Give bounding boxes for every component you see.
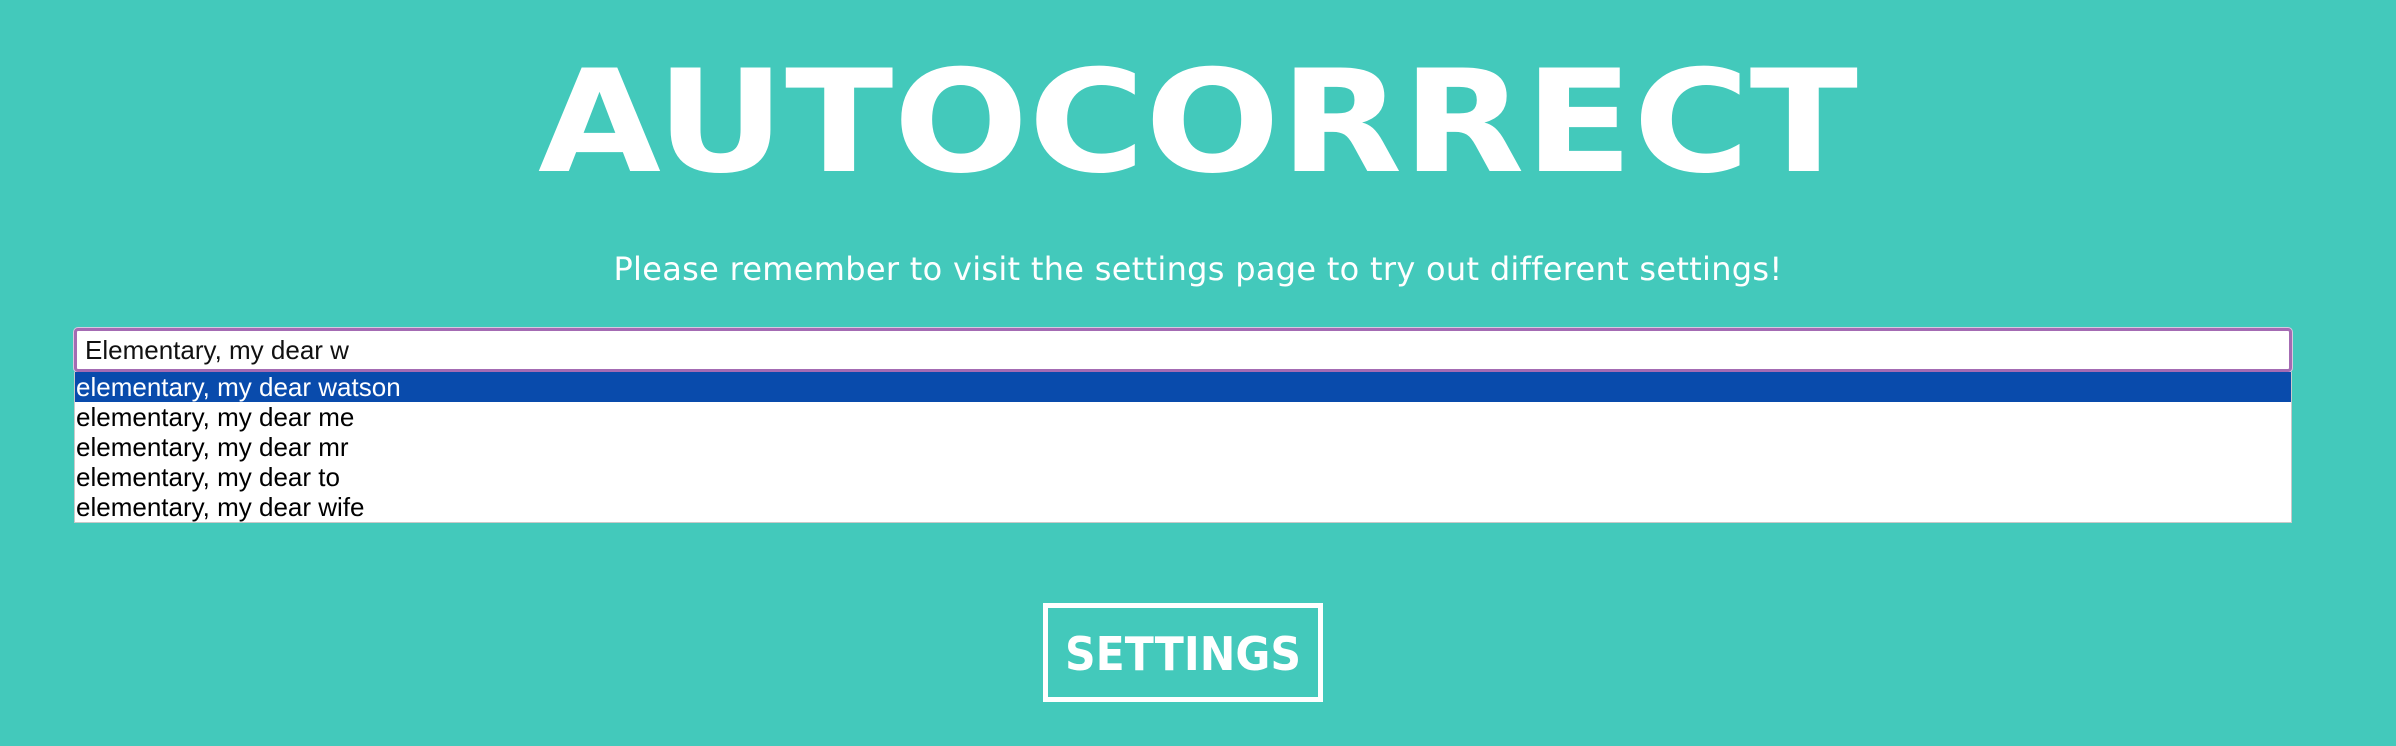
suggestion-item[interactable]: elementary, my dear to bbox=[75, 462, 2291, 492]
suggestion-item[interactable]: elementary, my dear mr bbox=[75, 432, 2291, 462]
suggestion-item[interactable]: elementary, my dear watson bbox=[75, 372, 2291, 402]
suggestion-item[interactable]: elementary, my dear wife bbox=[75, 492, 2291, 522]
subtitle: Please remember to visit the settings pa… bbox=[613, 250, 1783, 288]
settings-button[interactable]: SETTINGS bbox=[1043, 603, 1323, 702]
suggestion-item[interactable]: elementary, my dear me bbox=[75, 402, 2291, 432]
suggestion-list: elementary, my dear watson elementary, m… bbox=[74, 372, 2292, 523]
title-text: AUTOCORRECT bbox=[538, 40, 1858, 190]
settings-button-label: SETTINGS bbox=[1065, 627, 1301, 681]
page-title: AUTOCORRECT bbox=[0, 40, 2396, 190]
search-input[interactable] bbox=[74, 328, 2292, 372]
